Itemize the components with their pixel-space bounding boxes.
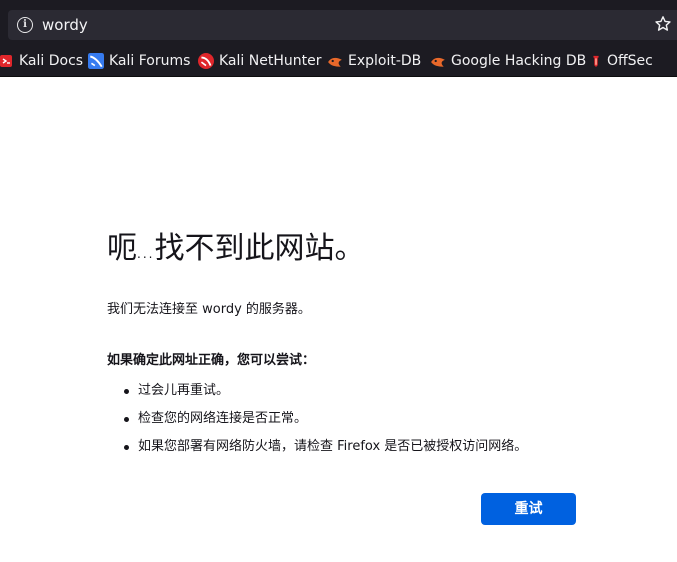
error-title-dots: ... [137,247,155,261]
bullet-icon [124,417,129,422]
bookmark-label: Exploit-DB [348,53,422,69]
kali-docs-icon [0,55,12,67]
bookmark-label: OffSec [607,53,653,69]
suggestion-text: 检查您的网络连接是否正常。 [138,411,308,426]
suggestion-item: 检查您的网络连接是否正常。 [107,411,527,439]
error-description: 我们无法连接至 wordy 的服务器。 [107,302,311,317]
error-title: 呃...找不到此网站。 [107,225,587,278]
bookmark-offsec[interactable]: OffSec [590,52,653,70]
bookmark-label: Google Hacking DB [451,53,587,69]
offsec-icon [593,55,599,67]
error-title-suffix: 找不到此网站。 [154,231,365,266]
retry-button[interactable]: 重试 [481,493,576,525]
toolbar: i wordy [0,0,677,46]
bookmark-kali-forums[interactable]: Kali Forums [88,52,190,70]
suggestion-text: 过会儿再重试。 [138,383,230,398]
error-page: 呃...找不到此网站。 我们无法连接至 wordy 的服务器。 如果确定此网址正… [107,225,587,454]
suggestions-heading: 如果确定此网址正确，您可以尝试： [107,353,316,368]
error-title-prefix: 呃 [107,231,137,266]
bookmark-kali-nethunter[interactable]: Kali NetHunter [198,52,321,70]
bookmarks-toolbar: Kali Docs Kali Forums Kali NetHunter Exp… [0,46,677,77]
suggestion-item: 如果您部署有网络防火墙，请检查 Firefox 是否已被授权访问网络。 [107,439,527,467]
kali-forums-icon [88,53,104,69]
ghdb-icon [431,57,445,67]
exploit-db-icon [328,57,342,67]
bullet-icon [124,445,129,450]
star-icon[interactable] [654,15,672,33]
bookmark-label: Kali NetHunter [219,53,322,69]
url-text[interactable]: wordy [42,16,88,34]
suggestion-item: 过会儿再重试。 [107,383,527,411]
bookmark-exploit-db[interactable]: Exploit-DB [327,52,421,70]
suggestion-text: 如果您部署有网络防火墙，请检查 Firefox 是否已被授权访问网络。 [138,439,528,454]
bullet-icon [124,389,129,394]
suggestions-list: 过会儿再重试。 检查您的网络连接是否正常。 如果您部署有网络防火墙，请检查 Fi… [107,383,527,467]
bookmark-label: Kali Forums [109,53,191,69]
url-bar[interactable]: i wordy [8,10,677,40]
kali-nethunter-icon [198,53,214,69]
bookmark-google-hacking-db[interactable]: Google Hacking DB [430,52,586,70]
bookmark-label: Kali Docs [19,53,84,69]
info-icon[interactable]: i [17,17,33,33]
bookmark-kali-docs[interactable]: Kali Docs [0,52,83,70]
